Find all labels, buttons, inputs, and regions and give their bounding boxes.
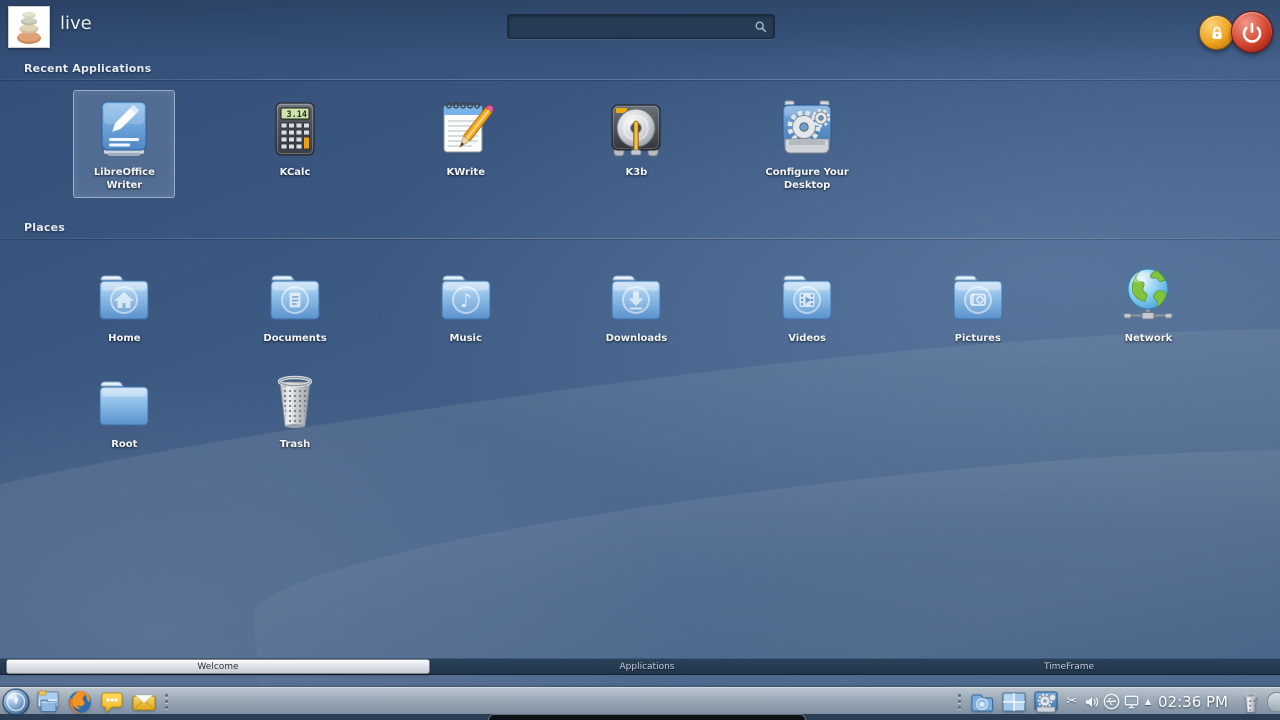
folder-documents-icon — [263, 263, 327, 327]
folder-videos-icon — [775, 263, 839, 327]
place-tile-pictures[interactable]: Pictures — [927, 256, 1029, 351]
taskbar-clock[interactable]: 02:36 PM — [1158, 693, 1228, 711]
place-label: Home — [76, 332, 172, 345]
chat-messenger-icon[interactable] — [96, 688, 128, 715]
folder-pictures-icon — [946, 263, 1010, 327]
kcalc-display-value: 3.14 — [287, 110, 307, 120]
power-leave-button[interactable] — [1231, 11, 1273, 53]
app-label: KCalc — [247, 166, 343, 179]
kwrite-icon — [434, 97, 498, 161]
place-tile-home[interactable]: Home — [73, 256, 175, 351]
place-tile-videos[interactable]: Videos — [756, 256, 858, 351]
panel-drag-handle[interactable] — [165, 694, 168, 709]
place-label: Network — [1100, 332, 1196, 345]
place-tile-documents[interactable]: Documents — [244, 256, 346, 351]
tab-welcome[interactable]: Welcome — [6, 659, 430, 674]
recent-applications-grid: LibreOffice Writer 3.14 — [39, 90, 1241, 198]
search-input[interactable] — [508, 20, 751, 34]
folder-music-icon: ♪ — [434, 263, 498, 327]
app-label: KWrite — [418, 166, 514, 179]
desktop-launcher-screen: live Recent Applications — [0, 0, 1280, 720]
section-separator — [0, 238, 1280, 239]
lock-screen-button[interactable] — [1199, 15, 1234, 50]
folder-window-task-icon[interactable] — [966, 688, 998, 715]
power-icon — [1241, 21, 1263, 43]
app-label: Configure Your Desktop — [759, 166, 855, 192]
section-separator — [0, 79, 1280, 80]
folder-home-icon — [92, 263, 156, 327]
place-label: Pictures — [930, 332, 1026, 345]
app-tile-kwrite[interactable]: KWrite — [415, 90, 517, 198]
svg-text:♪: ♪ — [460, 290, 472, 312]
network-display-icon[interactable] — [1122, 688, 1142, 715]
system-settings-gears-icon — [775, 97, 839, 161]
place-tile-trash[interactable]: Trash — [244, 362, 346, 457]
magnifier-icon[interactable] — [751, 17, 771, 37]
search-box[interactable] — [507, 14, 775, 39]
place-label: Videos — [759, 332, 855, 345]
app-tile-k3b[interactable]: K3b — [585, 90, 687, 198]
clipboard-scissors-icon[interactable]: ✂ — [1062, 688, 1082, 715]
panel-cashew-icon[interactable] — [1267, 692, 1280, 712]
mail-client-icon[interactable] — [128, 688, 160, 715]
firefox-browser-icon[interactable] — [64, 688, 96, 715]
file-manager-icon[interactable] — [32, 688, 64, 715]
k3b-icon — [604, 97, 668, 161]
place-label: Root — [76, 438, 172, 451]
places-grid: Home Documents — [39, 256, 1241, 457]
place-label: Trash — [247, 438, 343, 451]
place-label: Downloads — [588, 332, 684, 345]
trash-basket-icon — [263, 369, 327, 433]
taskbar-panel: ✂ ▲ 02:36 P — [0, 687, 1280, 715]
place-label: Music — [418, 332, 514, 345]
place-tile-network[interactable]: Network — [1097, 256, 1199, 351]
volume-speaker-icon[interactable] — [1082, 688, 1102, 715]
usb-device-notifier-icon[interactable] — [1102, 688, 1122, 715]
app-label: K3b — [588, 166, 684, 179]
section-title-places: Places — [24, 221, 65, 234]
username-label: live — [60, 13, 92, 34]
user-avatar[interactable] — [8, 6, 50, 48]
tab-applications[interactable]: Applications — [436, 659, 858, 674]
app-label: LibreOffice Writer — [76, 166, 172, 192]
taskbar-trash-icon[interactable] — [1235, 688, 1267, 715]
lock-icon — [1208, 24, 1226, 42]
kcalc-icon: 3.14 — [263, 97, 327, 161]
tray-expand-arrow-icon[interactable]: ▲ — [1145, 697, 1151, 706]
place-tile-root[interactable]: Root — [73, 362, 175, 457]
app-tile-configure-your-desktop[interactable]: Configure Your Desktop — [756, 90, 858, 198]
panel-drag-handle[interactable] — [958, 694, 961, 709]
place-tile-music[interactable]: ♪ Music — [415, 256, 517, 351]
tab-timeframe[interactable]: TimeFrame — [858, 659, 1280, 674]
app-tile-kcalc[interactable]: 3.14 KCalc — [244, 90, 346, 198]
stacked-stones-avatar-image — [9, 7, 49, 47]
app-tile-libreoffice-writer[interactable]: LibreOffice Writer — [73, 90, 175, 198]
place-tile-downloads[interactable]: Downloads — [585, 256, 687, 351]
system-tray: ✂ ▲ — [1062, 688, 1154, 715]
section-title-recent-applications: Recent Applications — [24, 62, 151, 75]
network-globe-icon — [1116, 263, 1180, 327]
libreoffice-writer-icon — [92, 97, 156, 161]
hidden-panel-peek[interactable] — [488, 714, 806, 720]
app-launcher-orb-icon[interactable] — [0, 688, 32, 715]
launcher-tab-bar: Welcome Applications TimeFrame — [0, 658, 1280, 675]
system-settings-task-icon[interactable] — [1030, 688, 1062, 715]
place-label: Documents — [247, 332, 343, 345]
folder-plain-icon — [92, 369, 156, 433]
folder-downloads-icon — [604, 263, 668, 327]
desktop-pager-icon[interactable] — [998, 688, 1030, 715]
